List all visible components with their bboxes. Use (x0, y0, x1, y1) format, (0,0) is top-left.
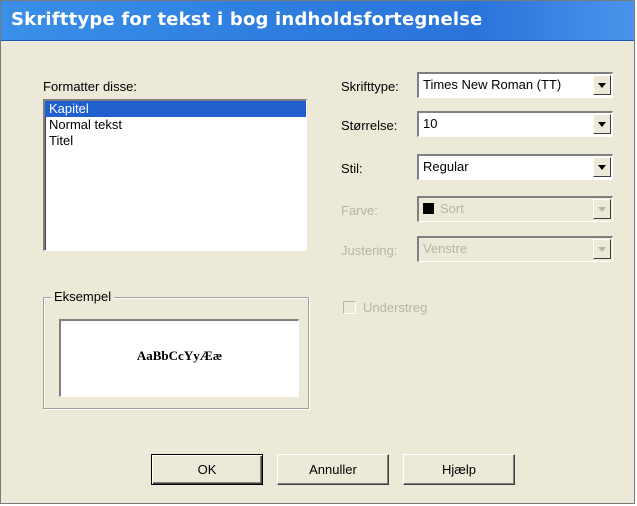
color-label: Farve: (341, 203, 378, 218)
font-select[interactable]: Times New Roman (TT) (417, 72, 613, 98)
color-value-wrap: Sort (423, 201, 464, 216)
help-button[interactable]: Hjælp (403, 454, 515, 485)
list-item-kapitel[interactable]: Kapitel (45, 101, 306, 117)
chevron-down-icon[interactable] (593, 114, 611, 134)
dialog-title: Skrifttype for tekst i bog indholdsforte… (11, 9, 483, 30)
alignment-select[interactable]: Venstre (417, 236, 613, 262)
style-label: Stil: (341, 161, 363, 176)
example-label: Eksempel (51, 289, 115, 304)
chevron-down-icon[interactable] (593, 199, 611, 219)
font-value: Times New Roman (TT) (423, 77, 562, 92)
list-item-normal-tekst[interactable]: Normal tekst (45, 117, 306, 133)
title-bar[interactable]: Skrifttype for tekst i bog indholdsforte… (1, 1, 634, 41)
font-dialog: Skrifttype for tekst i bog indholdsforte… (0, 0, 635, 504)
size-select[interactable]: 10 (417, 111, 613, 137)
format-listbox[interactable]: Kapitel Normal tekst Titel (43, 99, 307, 251)
style-value: Regular (423, 159, 469, 174)
underline-label: Understreg (363, 300, 428, 315)
size-value: 10 (423, 116, 438, 131)
format-list-label: Formatter disse: (43, 79, 137, 94)
font-label: Skrifttype: (341, 79, 399, 94)
alignment-label: Justering: (341, 243, 398, 258)
chevron-down-icon[interactable] (593, 157, 611, 177)
cancel-button[interactable]: Annuller (277, 454, 389, 485)
example-preview: AaBbCcYyÆæ (59, 319, 299, 397)
style-select[interactable]: Regular (417, 154, 613, 180)
color-value: Sort (440, 201, 464, 216)
underline-checkbox[interactable] (343, 301, 356, 314)
ok-button[interactable]: OK (151, 454, 263, 485)
list-item-titel[interactable]: Titel (45, 133, 306, 149)
chevron-down-icon[interactable] (593, 239, 611, 259)
color-swatch (423, 203, 434, 214)
color-select[interactable]: Sort (417, 196, 613, 222)
example-sample-text: AaBbCcYyÆæ (136, 348, 223, 363)
alignment-value: Venstre (423, 241, 468, 256)
size-label: Størrelse: (341, 118, 398, 133)
chevron-down-icon[interactable] (593, 75, 611, 95)
